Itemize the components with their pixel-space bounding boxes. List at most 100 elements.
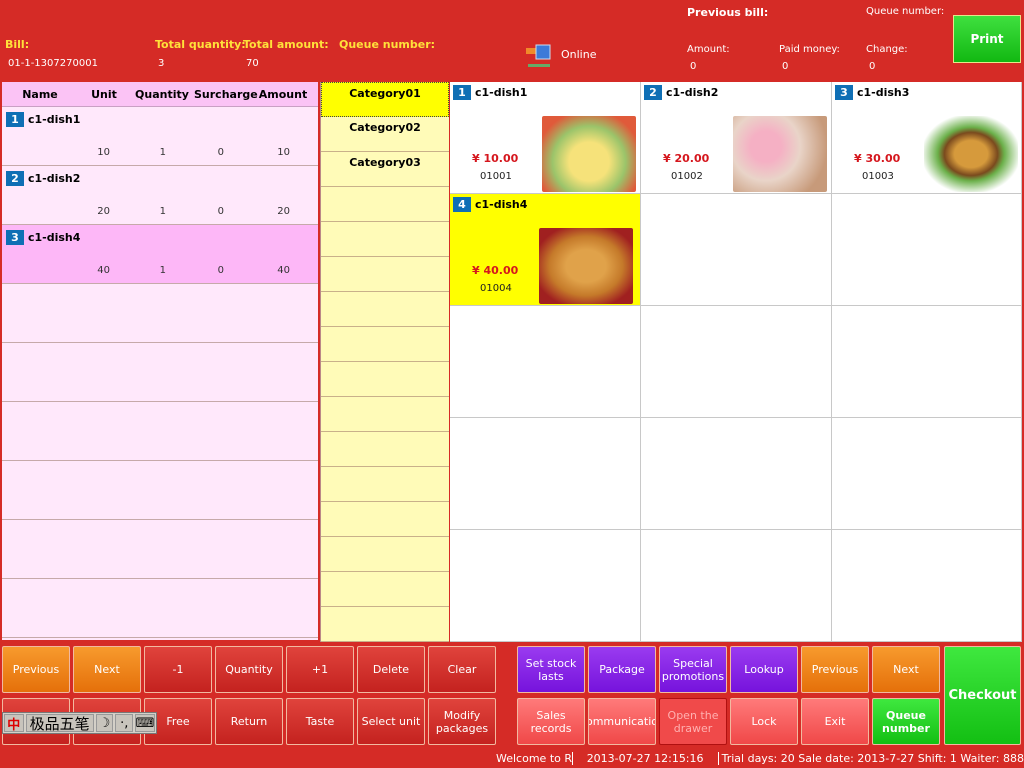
col-surcharge: Surcharge [194,87,258,101]
category-empty-slot[interactable] [321,537,449,572]
row-number-badge: 2 [6,171,24,186]
dish-price: ¥ 30.00 [854,152,901,165]
dish-name: c1-dish1 [475,86,528,99]
order-row[interactable] [2,343,318,402]
dish-card[interactable]: 1 c1-dish1 ¥ 10.00 01001 [450,82,641,194]
lookup-button[interactable]: Lookup [730,646,798,693]
category-empty-slot[interactable] [321,572,449,607]
communication-button[interactable]: ommunicatio [588,698,656,745]
ime-name[interactable]: 极品五笔 [25,714,94,733]
order-row[interactable] [2,284,318,343]
dish-empty-slot[interactable] [641,418,832,530]
order-row[interactable]: 1 c1-dish1 10 1 0 10 [2,107,318,166]
dish-image [539,228,633,304]
order-next-button[interactable]: Next [73,646,141,693]
set-stock-lasts-button[interactable]: Set stock lasts [517,646,585,693]
order-row[interactable] [2,520,318,579]
order-row[interactable] [2,402,318,461]
dish-card[interactable]: 2 c1-dish2 ¥ 20.00 01002 [641,82,832,194]
dish-empty-slot[interactable] [641,194,832,306]
minus-one-button[interactable]: -1 [144,646,212,693]
category-item[interactable]: Category02 [321,117,449,152]
unit-price: 20 [97,206,110,217]
dish-empty-slot[interactable] [450,530,641,642]
punctuation-icon[interactable]: ·, [115,714,133,732]
dish-empty-slot[interactable] [832,194,1022,306]
category-empty-slot[interactable] [321,607,449,642]
category-empty-slot[interactable] [321,362,449,397]
package-button[interactable]: Package [588,646,656,693]
item-name: c1-dish2 [28,172,81,185]
category-empty-slot[interactable] [321,432,449,467]
dish-empty-slot[interactable] [641,530,832,642]
clear-button[interactable]: Clear [428,646,496,693]
dish-empty-slot[interactable] [450,418,641,530]
welcome-text: Welcome to Rest [490,752,573,765]
category-empty-slot[interactable] [321,292,449,327]
ime-logo-icon[interactable]: 中 [4,714,24,733]
quantity: 1 [159,265,166,276]
dish-previous-button[interactable]: Previous [801,646,869,693]
dish-empty-slot[interactable] [641,306,832,418]
dish-card[interactable]: 3 c1-dish3 ¥ 30.00 01003 [832,82,1022,194]
category-empty-slot[interactable] [321,257,449,292]
dish-number-badge: 4 [453,197,471,212]
col-amount: Amount [258,87,308,101]
dish-empty-slot[interactable] [832,418,1022,530]
category-empty-slot[interactable] [321,397,449,432]
item-name: c1-dish1 [28,113,81,126]
amount: 20 [277,206,290,217]
category-empty-slot[interactable] [321,327,449,362]
dish-card[interactable]: 4 c1-dish4 ¥ 40.00 01004 [450,194,641,306]
dish-code: 01001 [480,171,512,182]
paid-money-value: 0 [782,61,789,72]
exit-button[interactable]: Exit [801,698,869,745]
dish-number-badge: 3 [835,85,853,100]
dish-price: ¥ 20.00 [663,152,710,165]
bill-value: 01-1-1307270001 [8,58,98,69]
category-empty-slot[interactable] [321,502,449,537]
lock-button[interactable]: Lock [730,698,798,745]
modify-packages-button[interactable]: Modify packages [428,698,496,745]
open-drawer-button[interactable]: Open the drawer [659,698,727,745]
category-empty-slot[interactable] [321,467,449,502]
taste-button[interactable]: Taste [286,698,354,745]
order-row[interactable] [2,579,318,638]
delete-button[interactable]: Delete [357,646,425,693]
dish-empty-slot[interactable] [832,530,1022,642]
category-empty-slot[interactable] [321,187,449,222]
print-button[interactable]: Print [953,15,1021,63]
category-list[interactable]: Category01 Category02 Category03 [320,82,449,642]
quantity-button[interactable]: Quantity [215,646,283,693]
special-promotions-button[interactable]: Special promotions [659,646,727,693]
dish-grid[interactable]: 1 c1-dish1 ¥ 10.00 01001 2 c1-dish2 ¥ 20.0… [450,82,1022,642]
dish-empty-slot[interactable] [832,306,1022,418]
dish-name: c1-dish2 [666,86,719,99]
ime-toolbar[interactable]: 中 极品五笔 ☽ ·, ⌨ [2,712,157,734]
keyboard-icon[interactable]: ⌨ [135,714,155,732]
plus-one-button[interactable]: +1 [286,646,354,693]
dish-next-button[interactable]: Next [872,646,940,693]
order-row[interactable]: 2 c1-dish2 20 1 0 20 [2,166,318,225]
category-empty-slot[interactable] [321,222,449,257]
category-item[interactable]: Category03 [321,152,449,187]
network-online-icon [524,42,554,70]
half-width-icon[interactable]: ☽ [95,714,114,732]
bill-label: Bill: [5,38,30,51]
order-row[interactable]: 3 c1-dish4 40 1 0 40 [2,225,318,284]
total-quantity-value: 3 [158,58,165,69]
dish-empty-slot[interactable] [450,306,641,418]
order-list[interactable]: Name Unit Quantity Surcharge Amount 1 c1-… [2,82,318,640]
sales-records-button[interactable]: Sales records [517,698,585,745]
order-row[interactable] [2,461,318,520]
return-button[interactable]: Return [215,698,283,745]
total-amount-label: Total amount: [243,38,329,51]
order-previous-button[interactable]: Previous [2,646,70,693]
total-amount-value: 70 [246,58,259,69]
unit-price: 40 [97,265,110,276]
category-item[interactable]: Category01 [321,82,449,117]
checkout-button[interactable]: Checkout [944,646,1021,745]
amount-label: Amount: [687,44,730,55]
select-unit-button[interactable]: Select unit [357,698,425,745]
queue-number-button[interactable]: Queue number [872,698,940,745]
